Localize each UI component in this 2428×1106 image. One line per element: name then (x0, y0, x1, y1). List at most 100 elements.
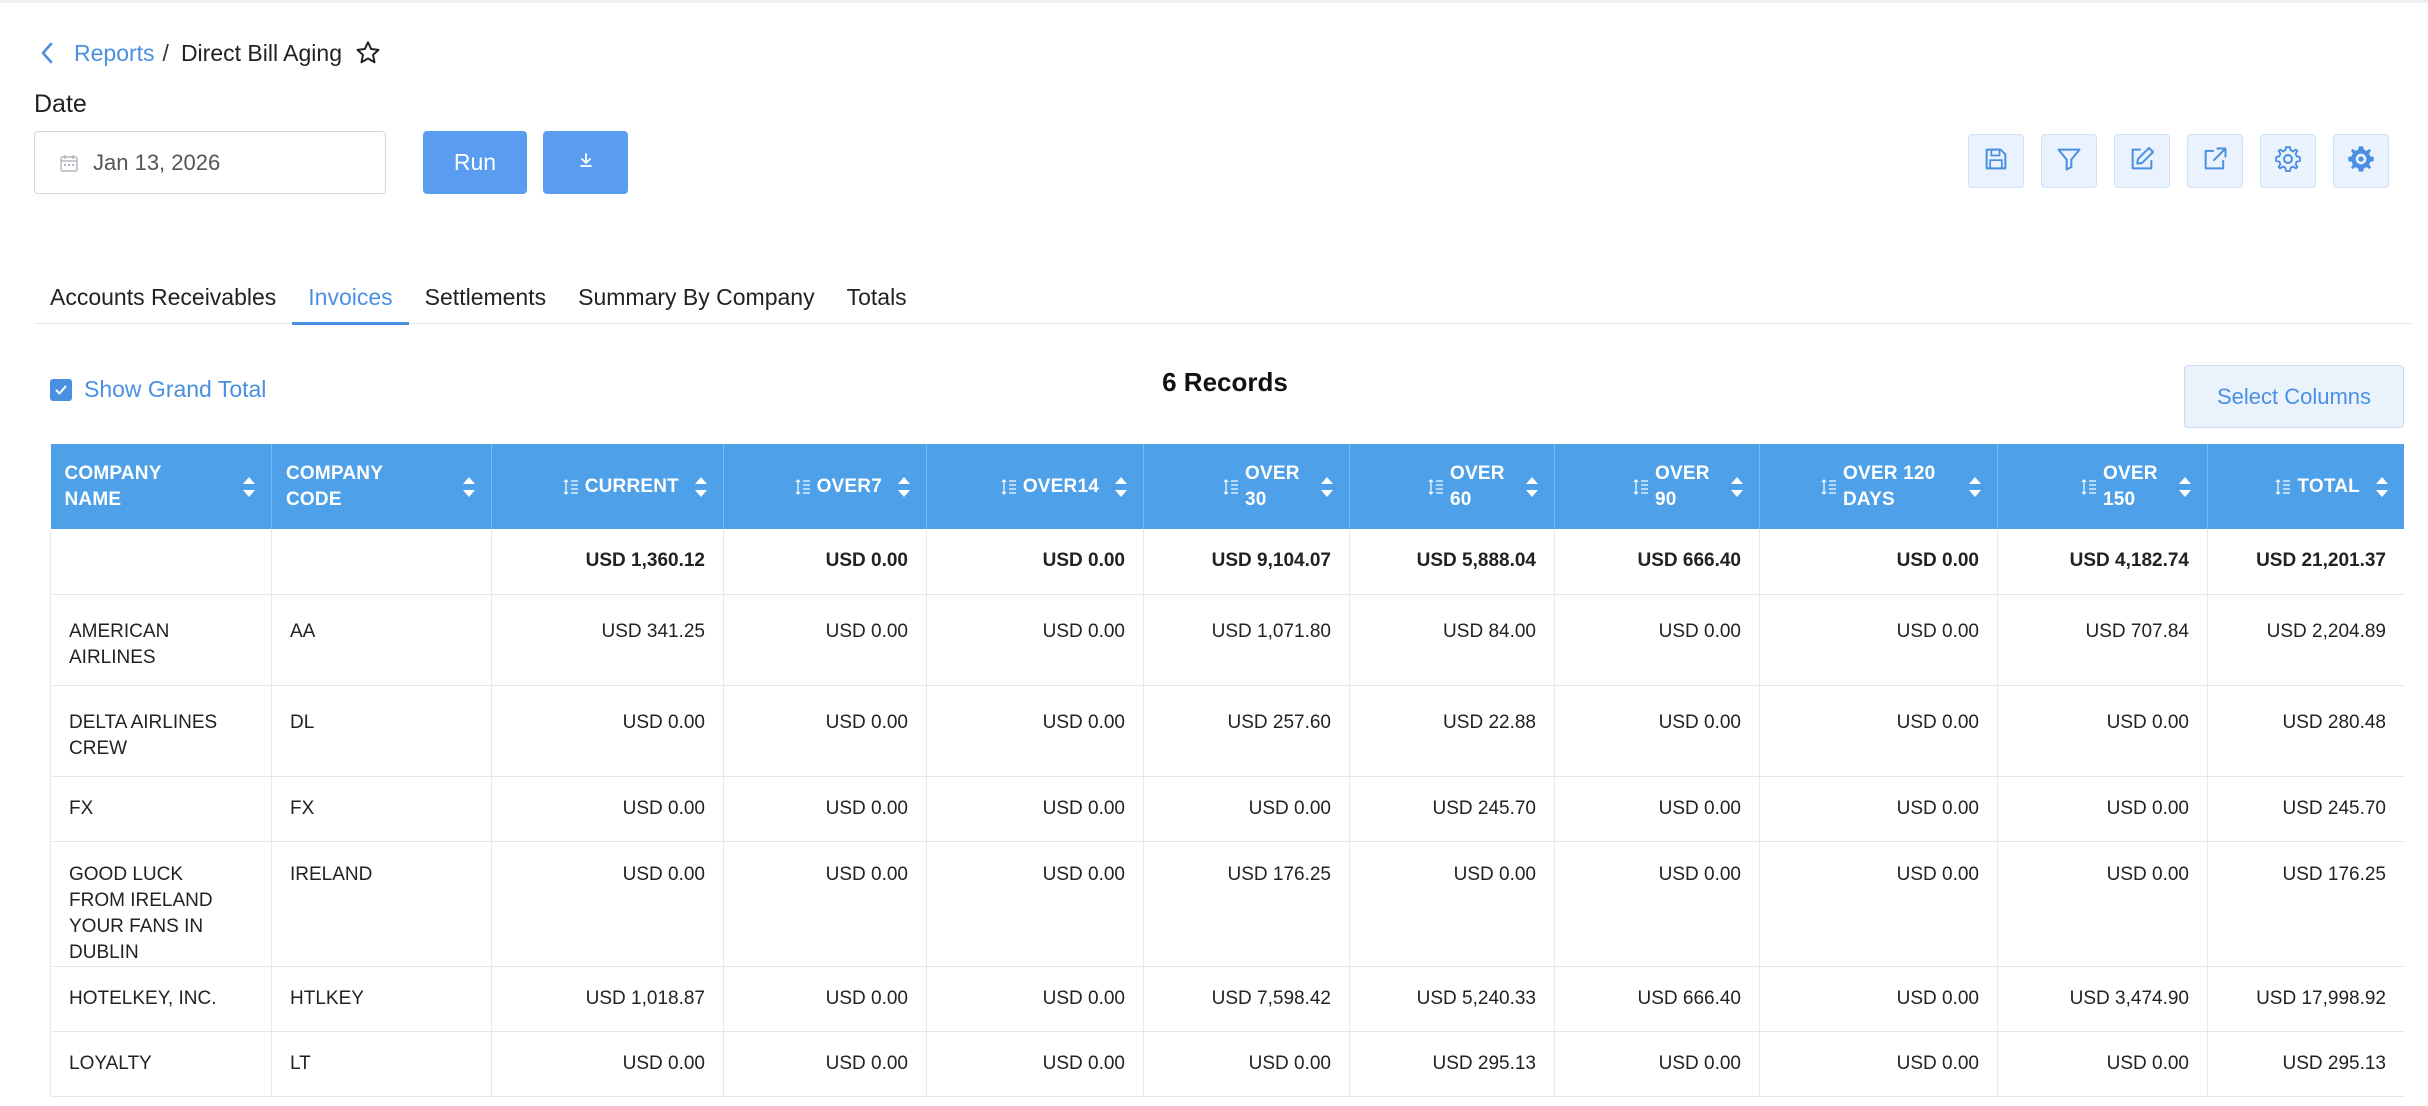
table-cell (271, 529, 492, 595)
column-header-label: OVER 60 (1450, 462, 1505, 510)
table-row[interactable]: LOYALTY LT USD 0.00 USD 0.00 USD 0.00 USD 0.0… (50, 1031, 2404, 1097)
run-button[interactable]: Run (423, 131, 527, 194)
sort-icon[interactable] (2177, 476, 2193, 498)
table-cell: USD 5,240.33 (1349, 966, 1555, 1032)
column-header-over14[interactable]: OVER14 (926, 444, 1144, 529)
column-header-company-code[interactable]: COMPANY CODE (271, 444, 492, 529)
date-field[interactable] (34, 131, 386, 194)
sort-icon[interactable] (693, 476, 709, 498)
table-cell: USD 4,182.74 (1997, 529, 2208, 595)
star-icon[interactable] (354, 38, 384, 68)
column-header-label: OVER 30 (1245, 462, 1300, 510)
download-icon (577, 151, 595, 174)
export-button[interactable] (2187, 134, 2243, 188)
column-resize-icon[interactable] (1633, 478, 1649, 496)
column-header-label: COMPANY NAME (64, 462, 162, 510)
table-cell: USD 0.00 (491, 1031, 724, 1097)
table-cell: USD 0.00 (1759, 1031, 1998, 1097)
download-button[interactable] (543, 131, 628, 194)
settings-button[interactable] (2260, 134, 2316, 188)
chevron-left-icon[interactable] (40, 36, 64, 70)
table-cell: USD 1,071.80 (1143, 594, 1350, 686)
show-grand-total-toggle[interactable]: Show Grand Total (50, 376, 266, 403)
filter-button[interactable] (2041, 134, 2097, 188)
sort-icon[interactable] (2374, 476, 2390, 498)
table-cell: USD 21,201.37 (2207, 529, 2404, 595)
tab-invoices[interactable]: Invoices (292, 270, 410, 325)
column-resize-icon[interactable] (1223, 478, 1239, 496)
sort-icon[interactable] (1729, 476, 1745, 498)
column-header-over-30[interactable]: OVER 30 (1143, 444, 1350, 529)
table-cell: USD 257.60 (1143, 685, 1350, 777)
top-border (0, 0, 2428, 3)
table-cell: USD 280.48 (2207, 685, 2404, 777)
table-cell: USD 0.00 (926, 776, 1144, 842)
table-cell: USD 0.00 (491, 841, 724, 967)
table-row[interactable]: HOTELKEY, INC. HTLKEY USD 1,018.87 USD 0.00… (50, 966, 2404, 1032)
table-row[interactable]: GOOD LUCK FROM IRELAND YOUR FANS IN DUBL… (50, 841, 2404, 967)
table-cell: USD 295.13 (2207, 1031, 2404, 1097)
column-header-over-120-days[interactable]: OVER 120 DAYS (1759, 444, 1998, 529)
column-header-over7[interactable]: OVER7 (723, 444, 927, 529)
column-header-label: OVER 150 (2103, 462, 2158, 510)
sort-icon[interactable] (1967, 476, 1983, 498)
table-cell: USD 245.70 (1349, 776, 1555, 842)
grand-total-row[interactable]: USD 1,360.12 USD 0.00 USD 0.00 USD 9,104.07… (50, 529, 2404, 595)
table-cell: USD 0.00 (1759, 594, 1998, 686)
breadcrumb: Reports / Direct Bill Aging (40, 36, 384, 70)
table-cell: FX (50, 776, 272, 842)
column-resize-icon[interactable] (1001, 478, 1017, 496)
column-header-company-name[interactable]: COMPANY NAME (50, 444, 272, 529)
table-cell: HTLKEY (271, 966, 492, 1032)
column-header-over-60[interactable]: OVER 60 (1349, 444, 1555, 529)
table-cell: USD 0.00 (1554, 841, 1760, 967)
tab-summary-by-company[interactable]: Summary By Company (562, 270, 830, 324)
table-cell: USD 0.00 (1997, 841, 2208, 967)
column-header-label: OVER 120 DAYS (1843, 462, 1936, 510)
table-header-row: COMPANY NAME COMPANY CODE CURRENT OVER7 OVER… (50, 444, 2404, 529)
date-input[interactable] (93, 149, 343, 176)
table-cell: USD 666.40 (1554, 966, 1760, 1032)
tab-totals[interactable]: Totals (831, 270, 923, 324)
table-cell: USD 0.00 (1349, 841, 1555, 967)
sort-icon[interactable] (896, 476, 912, 498)
table-cell: USD 0.00 (926, 594, 1144, 686)
check-icon (55, 385, 67, 394)
column-header-current[interactable]: CURRENT (491, 444, 724, 529)
table-cell: USD 0.00 (1759, 966, 1998, 1032)
column-header-over-150[interactable]: OVER 150 (1997, 444, 2208, 529)
column-resize-icon[interactable] (795, 478, 811, 496)
sort-icon[interactable] (1319, 476, 1335, 498)
table-cell: USD 0.00 (1997, 1031, 2208, 1097)
column-header-over-90[interactable]: OVER 90 (1554, 444, 1760, 529)
table-cell: USD 84.00 (1349, 594, 1555, 686)
table-cell: USD 666.40 (1554, 529, 1760, 595)
column-resize-icon[interactable] (563, 478, 579, 496)
table-row[interactable]: DELTA AIRLINES CREW DL USD 0.00 USD 0.00 USD… (50, 685, 2404, 777)
column-resize-icon[interactable] (1428, 478, 1444, 496)
column-resize-icon[interactable] (2275, 478, 2291, 496)
save-button[interactable] (1968, 134, 2024, 188)
select-columns-button[interactable]: Select Columns (2184, 365, 2404, 428)
table-row[interactable]: FX FX USD 0.00 USD 0.00 USD 0.00 USD 0.00 USD … (50, 776, 2404, 842)
sort-icon[interactable] (241, 476, 257, 498)
table-cell: USD 0.00 (723, 841, 927, 967)
tab-settlements[interactable]: Settlements (409, 270, 562, 324)
column-resize-icon[interactable] (1821, 478, 1837, 496)
advanced-settings-button[interactable] (2333, 134, 2389, 188)
sort-icon[interactable] (461, 476, 477, 498)
table-cell: AMERICAN AIRLINES (50, 594, 272, 686)
column-header-total[interactable]: TOTAL (2207, 444, 2404, 529)
tab-accounts-receivables[interactable]: Accounts Receivables (34, 270, 292, 324)
report-toolbar (1968, 134, 2389, 188)
sort-icon[interactable] (1524, 476, 1540, 498)
sort-icon[interactable] (1113, 476, 1129, 498)
table-row[interactable]: AMERICAN AIRLINES AA USD 341.25 USD 0.00 USD… (50, 594, 2404, 686)
table-cell: USD 176.25 (2207, 841, 2404, 967)
breadcrumb-reports-link[interactable]: Reports (74, 40, 155, 67)
gear-badge-icon (2345, 143, 2377, 180)
edit-button[interactable] (2114, 134, 2170, 188)
grand-total-checkbox[interactable] (50, 378, 72, 401)
column-resize-icon[interactable] (2081, 478, 2097, 496)
filter-icon (2055, 145, 2083, 178)
